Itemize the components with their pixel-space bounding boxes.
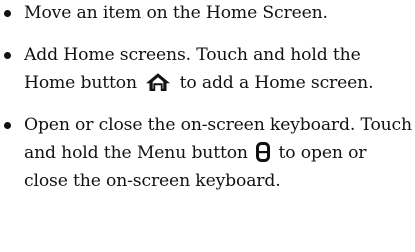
bullet-icon [4, 52, 11, 59]
home-icon [145, 72, 171, 92]
instruction-list: Move an item on the Home Screen. Add Hom… [0, 0, 415, 195]
menu-button-icon [256, 142, 271, 162]
item-text-after: to add a Home screen. [179, 73, 374, 93]
item-text: Move an item on the Home Screen. [24, 3, 328, 23]
list-item: Move an item on the Home Screen. [0, 0, 415, 27]
list-item: Add Home screens. Touch and hold the Hom… [0, 41, 415, 97]
list-item: Open or close the on-screen keyboard. To… [0, 111, 415, 195]
bullet-icon [4, 10, 11, 17]
bullet-icon [4, 122, 11, 129]
